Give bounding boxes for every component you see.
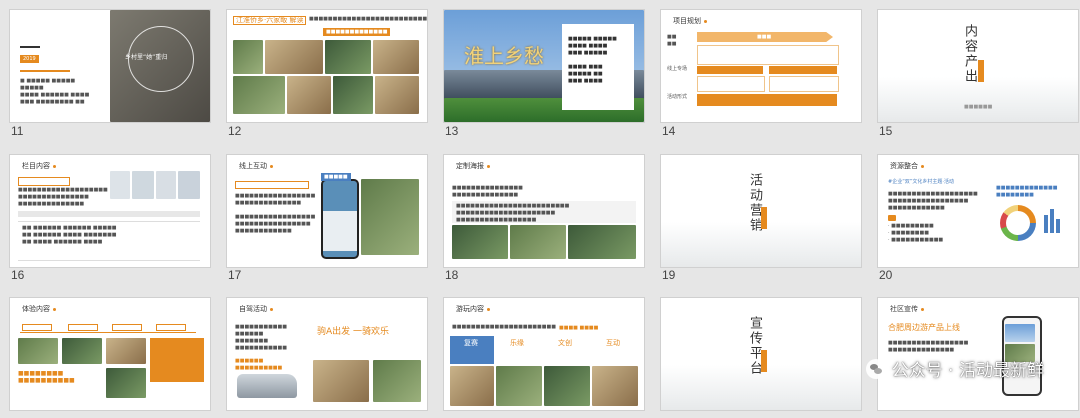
slide-13-title: 淮上乡愁 bbox=[464, 44, 544, 68]
slide-25-headline: 合肥周边游产品上线 bbox=[888, 323, 960, 332]
slide-23-card-3: 文创 bbox=[558, 339, 572, 347]
slide-thumbnail-13[interactable]: 淮上乡愁 ■■■■■ ■■■■■ ■■■■ ■■■■ ■■■ ■■■■■ ■■■■ ■… bbox=[444, 10, 644, 122]
slide-thumbnail-21[interactable]: 体验内容 ■■■■■■■■ ■■■■■■■■■■ bbox=[10, 298, 210, 410]
slide-18-title: 定制海报 bbox=[456, 161, 490, 171]
slide-thumbnail-11[interactable]: 乡村里“她”重归 2019 ■ ■■■■■ ■■■■■ ■■■■■ ■■■■ ■■… bbox=[10, 10, 210, 122]
slide-25-title: 社区宣传 bbox=[890, 304, 924, 314]
slide-number-16: 16 bbox=[11, 268, 25, 282]
slide-thumbnail-14[interactable]: 项目规划 ■■■ ■■ ■■ 线上专场 活动形式 bbox=[661, 10, 861, 122]
slide-14-label: 线上专场 bbox=[667, 66, 688, 72]
slide-14-title: 项目规划 bbox=[673, 16, 707, 26]
slide-number-18: 18 bbox=[445, 268, 459, 282]
slide-thumbnail-17[interactable]: 线上互动 ■■■■■■■■■■■■■■■■■ ■■■■■■■■■■■■■■ ■■■■… bbox=[227, 155, 427, 267]
slide-thumbnail-18[interactable]: 定制海报 ■■■■■■■■■■■■■■■ ■■■■■■■■■■■■■■ ■■■■■… bbox=[444, 155, 644, 267]
slide-number-19: 19 bbox=[662, 268, 676, 282]
slide-23-card-4: 互动 bbox=[606, 339, 620, 347]
slide-thumbnail-16[interactable]: 栏目内容 ■■■■■■■■■■■■■■■■■■■ ■■■■■■■■■■■■■■■ ■… bbox=[10, 155, 210, 267]
watermark-text: 公众号 · 活动最新鲜 bbox=[891, 361, 1044, 381]
slide-number-20: 20 bbox=[879, 268, 893, 282]
slide-20-subtitle: #企业“双”文化乡村主题·活动 bbox=[888, 179, 954, 185]
watermark: 公众号 · 活动最新鲜 bbox=[865, 356, 1044, 381]
slide-17-title: 线上互动 bbox=[239, 161, 273, 171]
slide-15-title: 内容产出 bbox=[962, 24, 977, 84]
slide-22-headline: 驹A出发 一骑欢乐 bbox=[317, 327, 390, 337]
slide-11-title: 乡村里“她”重归 bbox=[125, 54, 168, 61]
slide-thumbnail-19[interactable]: 活动营销 bbox=[661, 155, 861, 267]
slide-number-15: 15 bbox=[879, 124, 893, 138]
slide-thumbnail-22[interactable]: 自驾活动 ■■■■■■■■■■■ ■■■■■■ ■■■■■■■ ■■■■■■■■■■■… bbox=[227, 298, 427, 410]
slide-23-card-1: 复赛 bbox=[464, 339, 478, 347]
slide-thumbnail-25[interactable]: 社区宣传 合肥周边游产品上线 ■■■■■■■■■■■■■■■■■ ■■■■■■■■… bbox=[878, 298, 1078, 410]
slide-thumbnail-15[interactable]: 内容产出 ■■■■■■ bbox=[878, 10, 1078, 122]
slide-12-title: 江淮侨乡·六家畈 解读 bbox=[233, 16, 307, 25]
slide-20-title: 资源整合 bbox=[890, 161, 924, 171]
slide-thumbnail-12[interactable]: 江淮侨乡·六家畈 解读 ■■■■■■■■■■■■■■■■■■■■■■■■■ ■■… bbox=[227, 10, 427, 122]
slide-23-card-2: 乐缘 bbox=[510, 339, 524, 347]
slide-thumbnail-24[interactable]: 宣传平台 bbox=[661, 298, 861, 410]
slide-16-title: 栏目内容 bbox=[22, 161, 56, 171]
slide-number-12: 12 bbox=[228, 124, 242, 138]
slide-thumbnail-20[interactable]: 资源整合 #企业“双”文化乡村主题·活动 ■■■■■■■■■■■■■■■■■■■… bbox=[878, 155, 1078, 267]
slide-23-title: 游玩内容 bbox=[456, 304, 490, 314]
slide-thumbnail-23[interactable]: 游玩内容 ■■■■■■■■■■■■■■■■■■■■■■ ■■■■ ■■■■ 复赛… bbox=[444, 298, 644, 410]
slide-14-label-2: 活动形式 bbox=[667, 94, 688, 100]
slide-number-11: 11 bbox=[11, 124, 24, 138]
slide-21-title: 体验内容 bbox=[22, 304, 56, 314]
slide-22-title: 自驾活动 bbox=[239, 304, 273, 314]
slide-number-13: 13 bbox=[445, 124, 459, 138]
slide-number-17: 17 bbox=[228, 268, 242, 282]
slide-number-14: 14 bbox=[662, 124, 676, 138]
wechat-icon bbox=[865, 358, 886, 379]
